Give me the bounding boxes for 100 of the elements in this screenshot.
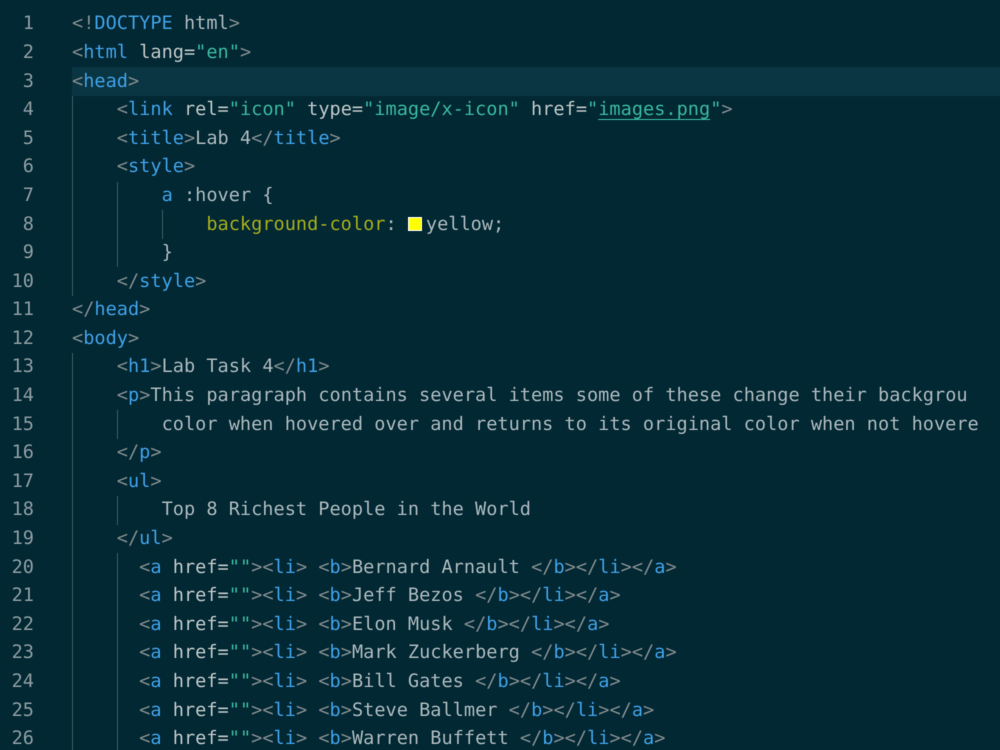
code-token: b [553,641,565,666]
code-token: > [318,355,330,380]
code-token: Elon Musk [352,612,453,637]
line-number: 6 [22,155,34,180]
code-token: ul [139,527,162,552]
code-token: b [330,556,341,580]
code-token: href= [172,584,229,608]
code-token: a [162,184,173,208]
code-token: > [654,727,666,750]
code-token: "" [228,612,252,637]
code-token[interactable]: images.png [598,96,710,124]
code-token: yellow; [426,212,504,236]
code-token: < [139,698,150,723]
code-token: b [497,584,509,608]
code-token: href= [172,612,229,637]
code-token: </ [72,298,94,322]
code-token: b [330,584,341,608]
code-token: b [330,670,341,694]
code-token: < [72,326,84,351]
code-token: > [665,641,677,666]
code-token: ></ [564,670,598,694]
code-token: ></ [497,612,532,637]
code-token: html [184,12,229,36]
code-token: > < [296,584,330,608]
code-token: b [542,727,554,750]
line-number: 5 [22,126,34,151]
code-token: "" [228,698,252,723]
code-token: < [72,40,84,65]
code-token: > [228,12,240,36]
line-number: 21 [10,584,34,608]
code-token: li [542,584,565,608]
code-token: > < [296,641,330,666]
code-token: color when hovered over and returns to its original color when not hovere [162,412,979,437]
code-token: li [274,584,296,608]
code-token: > [139,384,150,408]
code-token: Lab 4 [195,126,252,151]
code-token: > [721,98,733,122]
code-token: head [83,70,128,94]
code-token: > < [296,556,330,580]
code-token: </ [116,270,140,294]
code-token: ></ [564,641,598,666]
code-token: > [609,670,621,694]
code-token: ></ [553,612,588,637]
code-token: "icon" [228,98,296,122]
code-token: "image/x-icon" [363,98,520,122]
code-token: "" [228,727,252,750]
code-token: Bernard Arnault [352,556,520,580]
line-number: 16 [10,441,34,466]
code-token: > [340,670,352,694]
code-token: type= [307,98,364,122]
code-token: : [385,212,397,236]
code-token: style [128,155,184,180]
code-token: b [330,641,341,666]
line-number: 10 [10,270,34,294]
code-token: background-color [206,212,386,236]
code-token: a [654,556,666,580]
code-token: This paragraph contains several items some of these change their backgrou [150,384,968,408]
code-token: li [274,698,296,723]
code-token: </ [508,698,532,723]
code-token: < [139,584,150,608]
code-token: li [587,727,610,750]
code-token: href= [172,727,229,750]
code-token: head [94,298,140,322]
code-token: a [598,584,610,608]
line-number: 15 [10,412,34,437]
code-token: >< [251,641,274,666]
code-token: >< [251,727,274,750]
code-token: ></ [542,698,576,723]
code-token: style [139,270,196,294]
line-number: 7 [22,184,34,208]
code-token: link [128,98,173,122]
line-number: 20 [10,556,34,580]
code-token: > [240,40,252,65]
code-token: "" [228,556,252,580]
line-number: 25 [10,698,34,723]
code-token: } [162,241,173,266]
code-token: > [128,326,140,351]
code-token: title [274,126,330,151]
line-number: 13 [10,355,34,380]
code-token: >< [251,698,274,723]
code-token: a [150,670,162,694]
line-number: 1 [22,12,34,36]
code-token: b [497,670,509,694]
code-token: >< [251,612,274,637]
code-token: > [665,556,677,580]
line-number: 9 [22,241,34,266]
code-token: href= [531,98,588,122]
code-token: > [330,126,341,151]
code-token: li [598,641,621,666]
code-token: b [330,612,341,637]
line-number: 4 [22,98,34,122]
code-token: li [274,556,296,580]
code-token: a [150,584,162,608]
code-token: </ [116,527,140,552]
code-token: < [116,155,128,180]
code-token: Warren Buffett [352,727,509,750]
code-token: Jeff Bezos [352,584,464,608]
code-token: a [150,641,162,666]
code-token: > [162,527,173,552]
code-token: < [116,126,128,151]
